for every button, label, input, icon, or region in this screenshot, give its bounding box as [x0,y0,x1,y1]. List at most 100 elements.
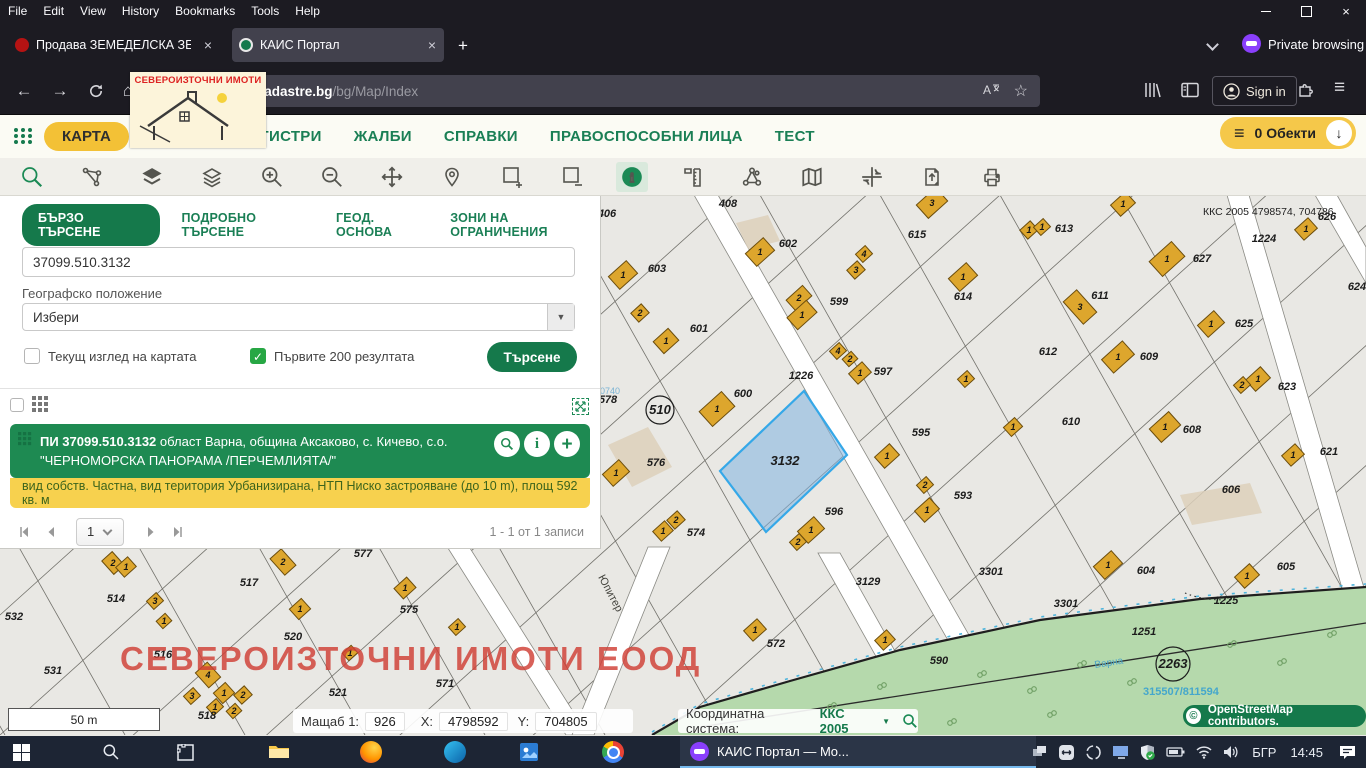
extension-icon[interactable] [1296,80,1315,104]
list-tabs-chevron-icon[interactable] [1206,38,1219,51]
firefox-icon[interactable] [360,741,382,763]
search-button[interactable]: Търсене [487,342,577,372]
browser-tab-active[interactable]: КАИС Портал × [232,28,444,62]
edge-icon[interactable] [444,741,466,763]
reload-icon[interactable] [80,75,112,107]
taskbar-app-kais[interactable]: КАИС Портал — Mo... [680,736,1036,768]
svg-text:623: 623 [1278,381,1296,393]
tool-network-icon[interactable] [77,162,107,192]
tray-volume-icon[interactable] [1223,745,1240,759]
chrome-icon[interactable] [602,741,624,763]
tray-security-shield-icon[interactable] [1139,744,1156,761]
nav-item-pravosposobni[interactable]: ПРАВОСПОСОБНИ ЛИЦА [550,128,743,145]
new-tab-button[interactable]: + [458,36,468,56]
page-prev-icon[interactable] [46,526,56,538]
tool-pan-icon[interactable] [377,162,407,192]
result-add-icon[interactable]: + [554,431,580,457]
tray-hidden-icons[interactable] [1032,745,1048,759]
checkbox-current-view[interactable] [24,348,40,364]
taskbar-search-icon[interactable] [96,738,126,766]
menu-view[interactable]: View [72,4,114,18]
page-first-icon[interactable] [18,526,30,538]
tab-geodetic-base[interactable]: ГЕОД. ОСНОВА [336,211,428,239]
tray-display-icon[interactable] [1112,745,1129,760]
menu-bookmarks[interactable]: Bookmarks [167,4,243,18]
tab-detailed-search[interactable]: ПОДРОБНО ТЪРСЕНЕ [182,211,315,239]
tool-layers-icon[interactable] [197,162,227,192]
tray-clock[interactable]: 14:45 [1290,745,1323,760]
tray-teamviewer-icon[interactable] [1058,744,1075,761]
nav-item-karta-active[interactable]: КАРТА [44,122,129,151]
tool-location-pin-icon[interactable] [437,162,467,192]
library-icon[interactable] [1142,80,1162,105]
crs-value[interactable]: ККС 2005 [820,706,874,736]
tool-share-polygon-icon[interactable] [737,162,767,192]
tab-restriction-zones[interactable]: ЗОНИ НА ОГРАНИЧЕНИЯ [450,211,600,239]
grid-view-icon[interactable] [32,396,49,418]
tool-coordinates-axes-icon[interactable] [857,162,887,192]
page-next-icon[interactable] [146,526,156,538]
tool-map-icon[interactable] [797,162,827,192]
tool-zoom-in-icon[interactable] [257,162,287,192]
window-close-button[interactable]: × [1326,0,1366,22]
tray-battery-icon[interactable] [1166,746,1185,758]
tool-select-rect-add-icon[interactable] [497,162,527,192]
photos-icon[interactable] [514,738,544,766]
objects-counter-pill[interactable]: ≡ 0 Обекти ↓ [1220,117,1356,149]
tool-print-icon[interactable] [977,162,1007,192]
nav-item-spravki[interactable]: СПРАВКИ [444,128,518,145]
forward-icon[interactable]: → [44,75,76,107]
crs-search-icon[interactable] [902,713,918,729]
tool-layers-filled-icon[interactable] [137,162,167,192]
result-card[interactable]: ПИ 37099.510.3132 област Варна, община А… [10,424,590,478]
action-center-icon[interactable] [1339,745,1356,760]
select-dropdown-arrow-icon[interactable]: ▼ [547,304,574,330]
tray-wifi-icon[interactable] [1195,745,1213,759]
menu-help[interactable]: Help [287,4,328,18]
back-icon[interactable]: ← [8,75,40,107]
tab-close-icon[interactable]: × [204,37,212,53]
app-menu-hamburger-icon[interactable]: ≡ [1334,77,1345,99]
menu-edit[interactable]: Edit [35,4,72,18]
sidebar-toggle-icon[interactable] [1180,80,1200,105]
nav-item-test[interactable]: ТЕСТ [775,128,815,145]
result-info-icon[interactable]: i [524,431,550,457]
tool-measure-icon[interactable] [677,162,707,192]
tab-quick-search[interactable]: БЪРЗО ТЪРСЕНЕ [22,204,160,246]
start-button-icon[interactable] [6,738,36,766]
page-number-select[interactable]: 1 [76,518,124,546]
tool-zoom-out-icon[interactable] [317,162,347,192]
window-restore-button[interactable] [1286,0,1326,22]
tool-search-icon[interactable] [17,162,47,192]
url-bar[interactable]: kais.cadastre.bg/bg/Map/Index A ☆ [142,75,1040,107]
objects-expand-arrow-icon[interactable]: ↓ [1326,120,1352,146]
tool-select-rect-remove-icon[interactable] [557,162,587,192]
select-all-checkbox[interactable] [10,398,24,412]
result-location-line2: "ЧЕРНОМОРСКА ПАНОРАМА /ПЕРЧЕМЛИЯТА/" [40,453,336,468]
crs-dropdown-arrow-icon[interactable]: ▼ [882,717,890,726]
tool-info-icon[interactable]: i [616,162,648,192]
translate-icon[interactable]: A [983,82,1000,100]
tray-recorder-icon[interactable] [1085,744,1102,761]
geo-position-select[interactable]: Избери ▼ [22,303,575,331]
tab-close-icon[interactable]: × [428,37,436,53]
search-input[interactable]: 37099.510.3132 [22,247,575,277]
page-last-icon[interactable] [172,526,184,538]
zoom-to-results-icon[interactable] [572,398,589,415]
tool-export-icon[interactable] [917,162,947,192]
bookmark-star-icon[interactable]: ☆ [1014,81,1028,101]
task-view-icon[interactable] [170,738,200,766]
tray-language-indicator[interactable]: БГР [1252,745,1276,760]
window-minimize-button[interactable] [1246,0,1286,22]
menu-tools[interactable]: Tools [243,4,287,18]
nav-item-zhalbi[interactable]: ЖАЛБИ [354,128,412,145]
checkbox-first-200[interactable]: ✓ [250,348,266,364]
file-explorer-icon[interactable] [264,738,294,766]
browser-tab-inactive[interactable]: Продава ЗЕМЕДЕЛСКА ЗЕМЯ в × [8,28,220,62]
menu-history[interactable]: History [114,4,167,18]
result-zoom-icon[interactable] [494,431,520,457]
signin-button[interactable]: Sign in [1212,76,1297,106]
osm-attribution-badge[interactable]: © OpenStreetMap contributors. [1183,705,1366,727]
menu-file[interactable]: File [0,4,35,18]
apps-grid-icon[interactable] [12,125,34,147]
